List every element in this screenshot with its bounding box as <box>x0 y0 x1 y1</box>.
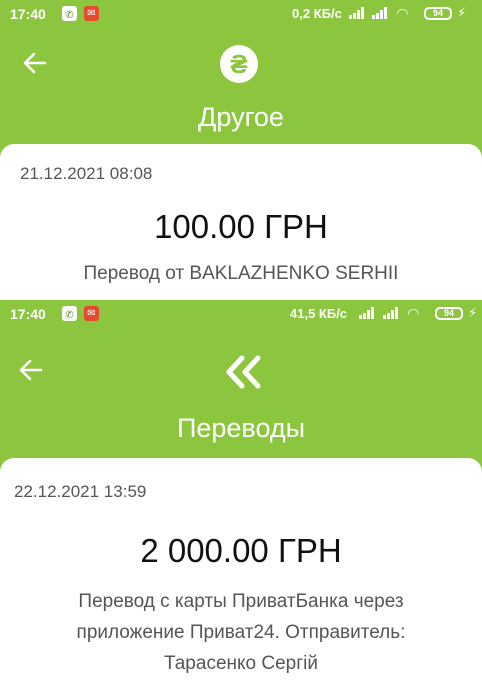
transaction-card: 21.12.2021 08:08 100.00 ГРН Перевод от B… <box>0 144 482 300</box>
description-line: Тарасенко Сергій <box>163 653 318 674</box>
messenger-notification-icon: ✆ <box>62 306 77 321</box>
page-title: Другое <box>198 102 284 132</box>
hryvnia-icon: ₴ <box>220 45 258 83</box>
network-speed: 41,5 КБ/с <box>290 306 348 321</box>
wifi-icon: ◠ <box>408 305 419 321</box>
wifi-icon: ◠ <box>397 5 408 21</box>
transaction-description: Перевод от BAKLAZHENKO SERHII <box>0 258 482 289</box>
description-line: Перевод от BAKLAZHENKO SERHII <box>83 263 399 284</box>
signal-2-icon <box>372 7 392 19</box>
transaction-datetime: 21.12.2021 08:08 <box>20 164 153 183</box>
double-chevron-left-icon <box>226 355 261 389</box>
shop-notification-icon: ✉ <box>84 306 99 321</box>
transaction-datetime: 22.12.2021 13:59 <box>14 482 147 501</box>
description-line: Перевод с карты ПриватБанка через <box>78 591 404 612</box>
page-title: Переводы <box>176 413 306 443</box>
battery-icon: 94 <box>435 307 463 320</box>
charging-icon: ⚡ <box>468 305 478 320</box>
transaction-screen-1: 17:40 ✆ ✉ 0,2 КБ/с ◠ 94 ⚡ ₴ Другое 21.12… <box>0 0 482 300</box>
transaction-description: Перевод с карты ПриватБанка через прилож… <box>0 586 482 679</box>
back-arrow-icon[interactable] <box>16 355 46 385</box>
transaction-amount: 100.00 ГРН <box>154 208 328 245</box>
signal-icon <box>349 7 369 19</box>
shop-notification-icon: ✉ <box>84 6 99 21</box>
status-time: 17:40 <box>10 306 46 322</box>
signal-2-icon <box>383 307 403 319</box>
messenger-notification-icon: ✆ <box>62 6 77 21</box>
charging-icon: ⚡ <box>457 5 467 20</box>
battery-icon: 94 <box>424 7 452 20</box>
transaction-card: 22.12.2021 13:59 2 000.00 ГРН Перевод с … <box>0 458 482 699</box>
status-time: 17:40 <box>10 6 46 22</box>
signal-icon <box>359 307 379 319</box>
transaction-amount: 2 000.00 ГРН <box>140 532 342 569</box>
status-bar: 17:40 ✆ ✉ 0,2 КБ/с ◠ 94 ⚡ <box>0 0 482 30</box>
transaction-screen-2: 17:40 ✆ ✉ 41,5 КБ/с ◠ 94 ⚡ Переводы 22.1… <box>0 300 482 699</box>
status-bar: 17:40 ✆ ✉ 41,5 КБ/с ◠ 94 ⚡ <box>0 300 482 330</box>
network-speed: 0,2 КБ/с <box>292 6 342 21</box>
description-line: приложение Приват24. Отправитель: <box>76 622 406 643</box>
back-arrow-icon[interactable] <box>20 48 50 78</box>
